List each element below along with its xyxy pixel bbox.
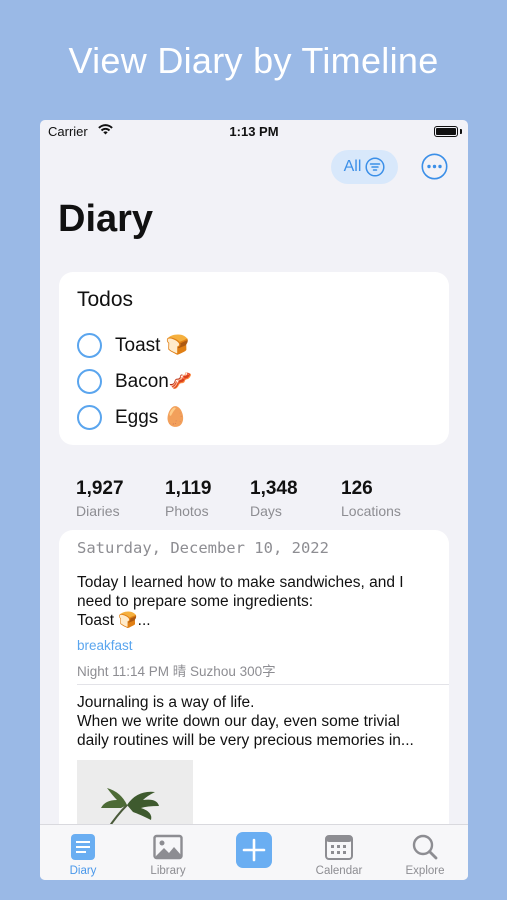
page-title: Diary — [58, 198, 154, 240]
stat-value: 1,927 — [76, 478, 124, 499]
stat-value: 1,119 — [165, 478, 212, 499]
entry-tag[interactable]: breakfast — [77, 638, 133, 653]
todos-card: Todos Toast 🍞 Bacon🥓 Eggs 🥚 — [59, 272, 449, 445]
battery-icon — [434, 126, 458, 137]
diary-timeline[interactable]: Saturday, December 10, 2022 Today I lear… — [59, 530, 449, 870]
entry-date: Saturday, December 10, 2022 — [77, 539, 329, 557]
tab-label: Library — [150, 865, 186, 877]
entry-text-line[interactable]: When we write down our day, even some tr… — [77, 712, 445, 731]
plus-icon — [242, 838, 266, 862]
stat-days[interactable]: 1,348 Days — [250, 478, 298, 519]
stat-label: Days — [250, 503, 282, 519]
filter-button[interactable]: All — [331, 150, 398, 184]
todo-label: Eggs 🥚 — [115, 407, 188, 428]
tab-label: Diary — [69, 865, 97, 877]
entry-text-line[interactable]: Today I learned how to make sandwiches, … — [77, 573, 445, 592]
stat-diaries[interactable]: 1,927 Diaries — [76, 478, 124, 519]
todo-label: Toast 🍞 — [115, 335, 190, 356]
clock: 1:13 PM — [229, 124, 279, 139]
stat-locations[interactable]: 126 Locations — [341, 478, 401, 519]
stat-value: 126 — [341, 478, 373, 499]
entry-text-line[interactable]: daily routines will be very precious mem… — [77, 731, 445, 750]
todo-checkbox[interactable] — [77, 332, 102, 358]
todo-item[interactable]: Toast 🍞 — [77, 331, 189, 359]
stat-photos[interactable]: 1,119 Photos — [165, 478, 212, 519]
todo-item[interactable]: Eggs 🥚 — [77, 403, 187, 431]
entry-text-line[interactable]: Toast 🍞... — [77, 611, 445, 630]
search-icon — [412, 834, 438, 860]
tab-explore[interactable]: Explore — [382, 825, 468, 880]
todo-item[interactable]: Bacon🥓 — [77, 367, 193, 395]
stat-label: Locations — [341, 503, 401, 519]
status-bar: Carrier 1:13 PM — [40, 120, 468, 144]
entry-text-line[interactable]: need to prepare some ingredients: — [77, 592, 445, 611]
filter-icon — [365, 157, 385, 177]
tab-bar: Diary Library Calendar Explore — [40, 824, 468, 880]
add-entry-button[interactable] — [236, 832, 272, 868]
entry-divider — [77, 684, 449, 685]
ellipsis-circle-icon[interactable] — [421, 153, 448, 180]
phone-screen: Carrier 1:13 PM All Diary Todos Toast 🍞 — [40, 120, 468, 880]
stats-row: 1,927 Diaries 1,119 Photos 1,348 Days 12… — [76, 478, 436, 519]
entry-meta: Night 11:14 PM 晴 Suzhou 300字 — [77, 664, 276, 679]
todos-title: Todos — [77, 288, 134, 311]
todo-checkbox[interactable] — [77, 368, 102, 394]
stat-label: Diaries — [76, 503, 120, 519]
promo-headline: View Diary by Timeline — [68, 40, 439, 81]
todo-checkbox[interactable] — [77, 404, 102, 430]
battery-tip — [460, 129, 462, 134]
tab-calendar[interactable]: Calendar — [296, 825, 382, 880]
stat-label: Photos — [165, 503, 209, 519]
calendar-icon — [325, 835, 353, 860]
entry-text-line[interactable]: Journaling is a way of life. — [77, 693, 445, 712]
tab-label: Calendar — [315, 865, 363, 877]
tab-diary[interactable]: Diary — [40, 825, 126, 880]
stat-value: 1,348 — [250, 478, 298, 499]
photo-icon — [153, 834, 183, 860]
filter-label: All — [343, 158, 362, 175]
diary-icon — [71, 834, 95, 860]
todo-label: Bacon🥓 — [115, 371, 193, 392]
tab-label: Explore — [405, 865, 445, 877]
tab-library[interactable]: Library — [125, 825, 211, 880]
tab-add[interactable] — [211, 825, 297, 880]
